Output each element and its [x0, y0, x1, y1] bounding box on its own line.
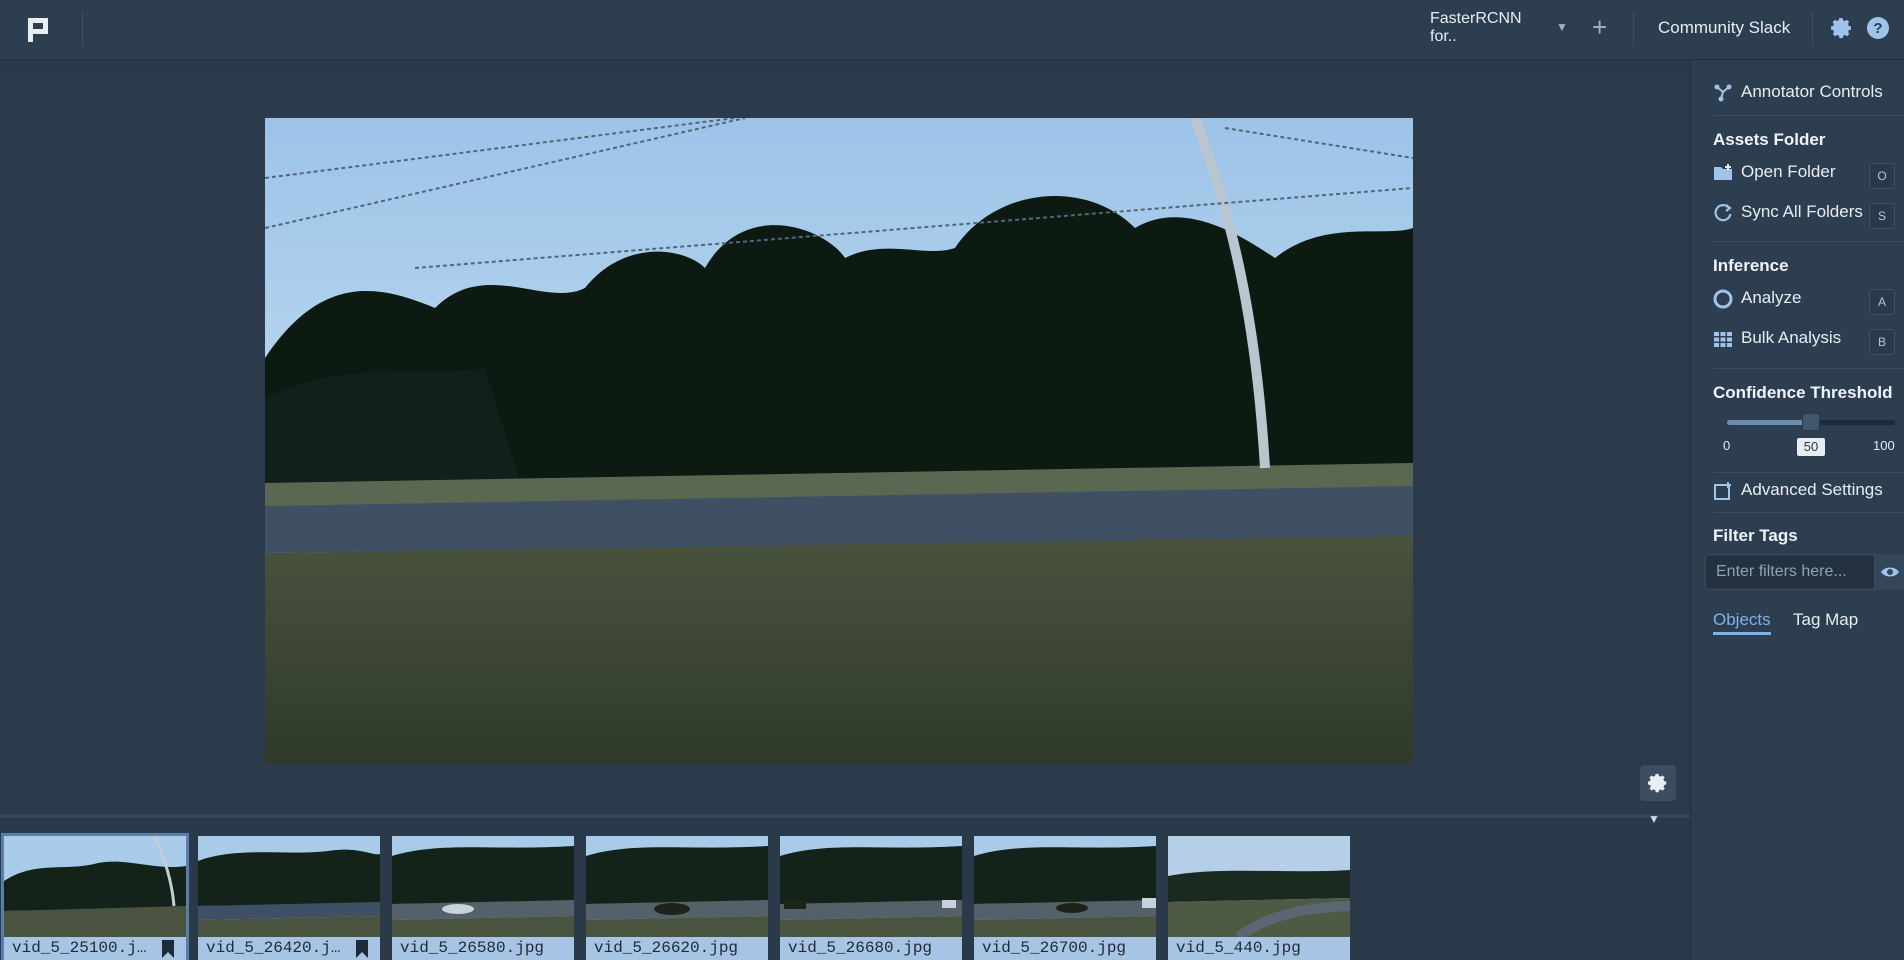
open-folder-label: Open Folder	[1741, 162, 1836, 181]
thumbnail-label: vid_5_25100.j…	[4, 937, 186, 960]
shortcut-key: B	[1869, 329, 1895, 355]
thumbnail[interactable]: vid_5_26620.jpg	[586, 836, 768, 960]
top-bar: FasterRCNN for.. ▼ + Community Slack ?	[0, 0, 1904, 60]
confidence-threshold-heading: Confidence Threshold	[1713, 383, 1893, 402]
bulk-analysis-label: Bulk Analysis	[1741, 328, 1842, 347]
community-slack-link[interactable]: Community Slack	[1658, 18, 1790, 38]
thumbnail[interactable]: vid_5_26680.jpg	[780, 836, 962, 960]
editor-canvas[interactable]	[0, 72, 1690, 816]
circle-icon	[1713, 289, 1733, 309]
thumbnail-image	[974, 836, 1156, 937]
shortcut-key: S	[1869, 203, 1895, 229]
divider	[1713, 241, 1904, 242]
thumbnail-image	[4, 836, 186, 937]
divider	[1713, 368, 1904, 369]
divider	[1633, 12, 1634, 46]
thumbnail-image	[780, 836, 962, 937]
thumbnail-image	[1168, 836, 1350, 937]
advanced-settings-button[interactable]: Advanced Settings	[1713, 480, 1883, 501]
help-icon[interactable]: ?	[1866, 16, 1890, 40]
toggle-tags-visibility-button[interactable]	[1875, 554, 1904, 590]
filter-tags-heading: Filter Tags	[1713, 526, 1798, 545]
thumbnail[interactable]: vid_5_25100.j…	[1, 833, 189, 960]
analyze-button[interactable]: Analyze	[1713, 288, 1801, 309]
svg-text:?: ?	[1873, 20, 1882, 37]
slider-value: 50	[1797, 438, 1825, 456]
sync-folders-button[interactable]: Sync All Folders	[1713, 202, 1863, 223]
thumbnail-label: vid_5_26420.j…	[198, 937, 380, 960]
app-logo-icon[interactable]	[26, 16, 54, 44]
scene-image	[265, 118, 1413, 763]
bookmark-icon[interactable]	[356, 940, 368, 958]
thumbnail-image	[586, 836, 768, 937]
tab-objects[interactable]: Objects	[1713, 610, 1771, 635]
branch-icon	[1714, 84, 1732, 102]
bookmark-icon[interactable]	[162, 940, 174, 958]
thumbnail-label: vid_5_26620.jpg	[586, 937, 768, 960]
shortcut-key: A	[1869, 289, 1895, 315]
divider	[82, 12, 83, 46]
bulk-analysis-button[interactable]: Bulk Analysis	[1713, 328, 1841, 349]
thumbnail-label: vid_5_26580.jpg	[392, 937, 574, 960]
thumbnail-label: vid_5_440.jpg	[1168, 937, 1350, 960]
refresh-icon	[1714, 203, 1732, 221]
assets-folder-heading: Assets Folder	[1713, 130, 1826, 149]
thumbnail-label: vid_5_26680.jpg	[780, 937, 962, 960]
thumbnail-label: vid_5_26700.jpg	[974, 937, 1156, 960]
plus-icon[interactable]: +	[1592, 12, 1607, 42]
advanced-settings-label: Advanced Settings	[1741, 480, 1883, 499]
filmstrip-divider[interactable]	[0, 814, 1690, 818]
caret-down-icon[interactable]: ▼	[1556, 20, 1568, 34]
thumbnail-image	[198, 836, 380, 937]
eye-icon	[1881, 567, 1899, 577]
tab-tag-map[interactable]: Tag Map	[1793, 610, 1858, 630]
grid-icon	[1714, 331, 1732, 347]
right-panel: Annotator Controls Assets Folder Open Fo…	[1690, 60, 1904, 960]
collapse-filmstrip-icon[interactable]: ▼	[1648, 812, 1660, 826]
gear-icon	[1647, 773, 1667, 793]
folder-plus-icon	[1714, 163, 1732, 180]
slider-handle[interactable]	[1802, 413, 1820, 431]
sync-folders-label: Sync All Folders	[1741, 202, 1863, 221]
thumbnail[interactable]: vid_5_26700.jpg	[974, 836, 1156, 960]
divider	[1812, 12, 1813, 46]
thumbnail[interactable]: vid_5_26580.jpg	[392, 836, 574, 960]
slider-fill	[1727, 420, 1811, 425]
inference-heading: Inference	[1713, 256, 1789, 275]
analyze-label: Analyze	[1741, 288, 1802, 307]
panel-title: Annotator Controls	[1741, 82, 1883, 101]
main-image[interactable]	[265, 118, 1413, 763]
divider	[1713, 512, 1904, 513]
settings-panel-icon	[1714, 481, 1731, 500]
thumbnail[interactable]: vid_5_440.jpg	[1168, 836, 1350, 960]
divider	[1713, 472, 1904, 473]
divider	[1713, 115, 1904, 116]
thumbnail[interactable]: vid_5_26420.j…	[198, 836, 380, 960]
filmstrip: vid_5_25100.j… vid_5_26420.j… vid_5_2658…	[0, 826, 1690, 960]
gear-icon[interactable]	[1830, 16, 1854, 40]
model-selector-label[interactable]: FasterRCNN for..	[1430, 10, 1530, 46]
thumbnail-image	[392, 836, 574, 937]
shortcut-key: O	[1869, 163, 1895, 189]
filter-tags-input[interactable]	[1705, 554, 1875, 590]
open-folder-button[interactable]: Open Folder	[1713, 162, 1836, 183]
canvas-settings-button[interactable]	[1640, 765, 1676, 801]
slider-min-label: 0	[1723, 438, 1731, 453]
slider-max-label: 100	[1873, 438, 1895, 453]
annotator-controls-header: Annotator Controls	[1713, 82, 1883, 103]
